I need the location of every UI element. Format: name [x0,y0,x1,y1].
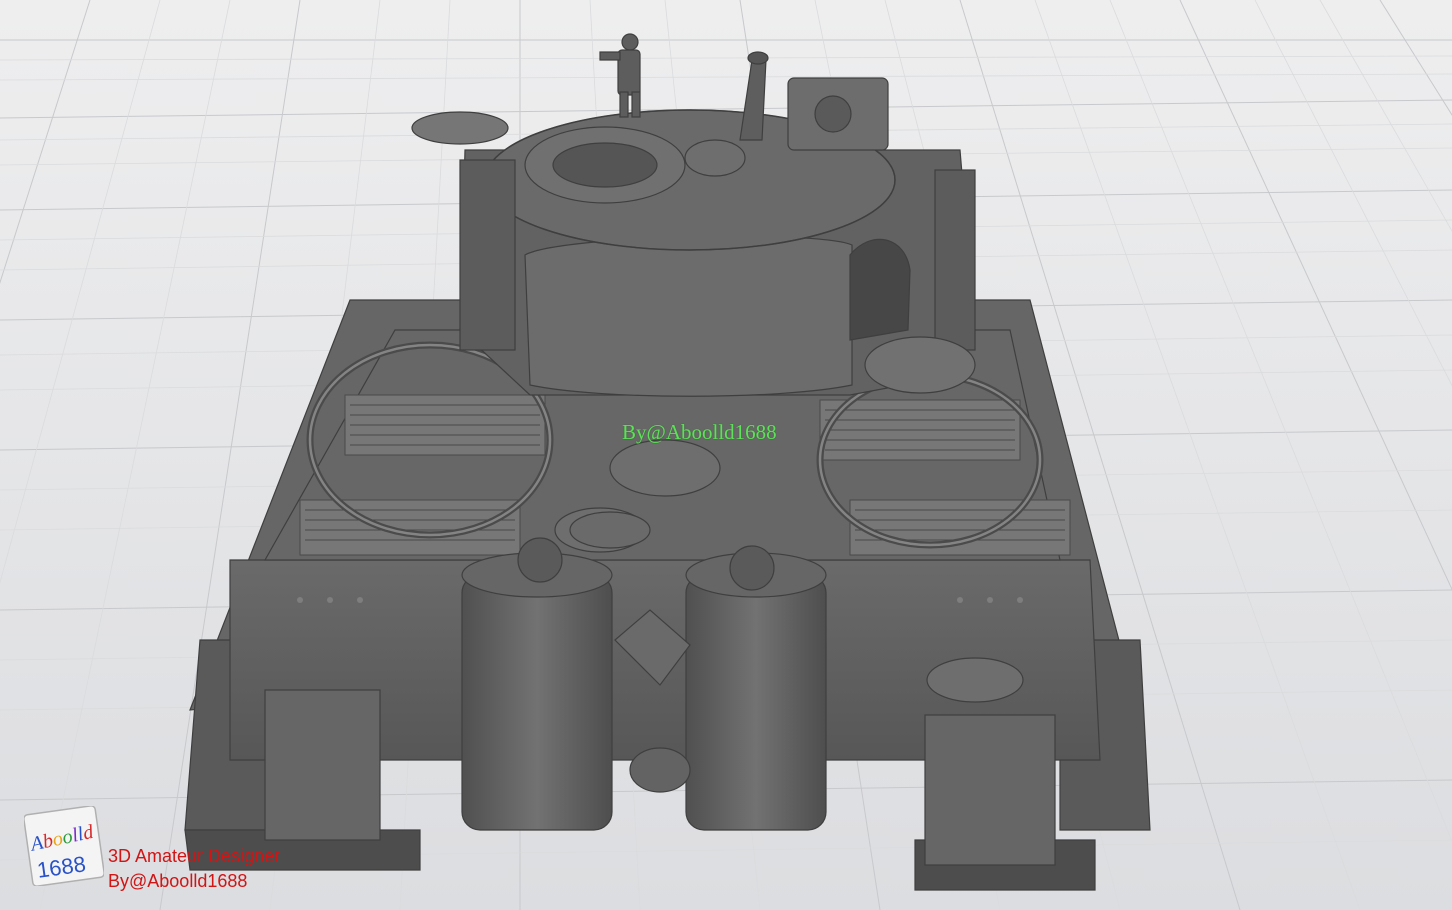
center-watermark: By@Aboolld1688 [622,420,777,444]
credit-author-line: By@Aboolld1688 [108,871,248,891]
viewport: By@Aboolld1688 Aboolld 1688 3D Amateur D… [0,0,1452,910]
3d-viewport-canvas [0,0,1452,910]
aboolld-logo-icon: Aboolld 1688 [24,806,104,886]
credit-designer-line: 3D Amateur Designer [108,846,281,866]
